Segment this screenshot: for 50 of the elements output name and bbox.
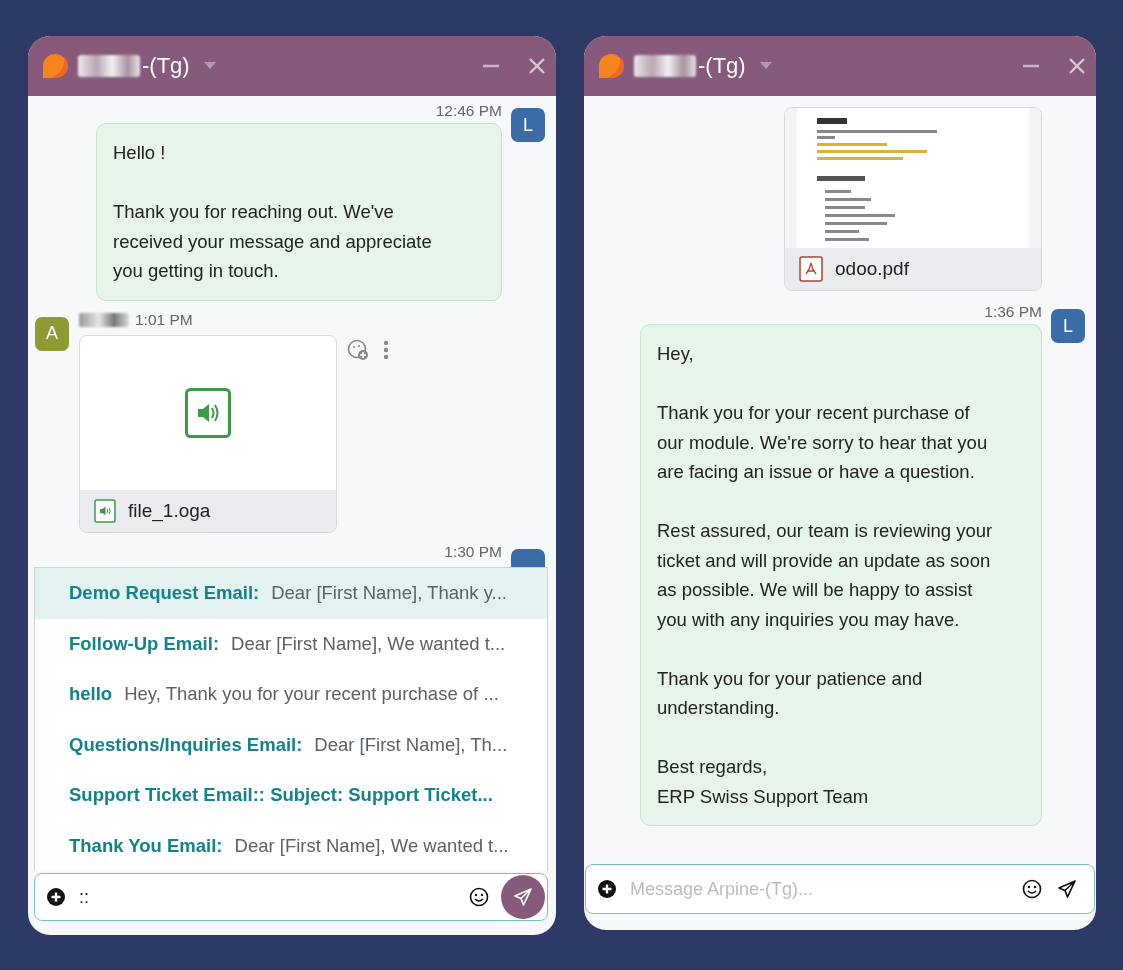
- emoji-icon[interactable]: [1022, 879, 1042, 899]
- window-title: -(Tg): [142, 53, 190, 79]
- emoji-icon[interactable]: [469, 887, 489, 907]
- caret-icon[interactable]: [203, 62, 216, 70]
- user-avatar: L: [511, 108, 545, 142]
- suggestion-item[interactable]: Questions/Inquiries Email: Dear [First Name], Th...: [35, 719, 547, 770]
- suggestion-item[interactable]: hello Hey, Thank you for your recent purchase of ...: [35, 669, 547, 720]
- more-icon[interactable]: [383, 339, 389, 360]
- window-title: -(Tg): [698, 53, 746, 79]
- suggestion-item[interactable]: Demo Request Email: Dear [First Name], Thank y...: [35, 568, 547, 619]
- message-time: 1:01 PM: [135, 310, 193, 329]
- pdf-attachment[interactable]: odoo.pdf: [784, 107, 1042, 291]
- suggestion-item[interactable]: Follow-Up Email: Dear [First Name], We wanted t...: [35, 618, 547, 669]
- message-input[interactable]: ::: [77, 885, 457, 909]
- speaker-icon: [185, 387, 231, 438]
- message-text: Hey,: [657, 342, 695, 366]
- file-name: odoo.pdf: [835, 258, 909, 280]
- message-text: Best regards, ERP Swiss Support Team: [657, 755, 870, 809]
- suggestion-item[interactable]: Thank You Email: Dear [First Name], We wanted t...: [35, 820, 547, 871]
- logo-icon: [596, 51, 626, 81]
- user-avatar: A: [35, 316, 69, 351]
- message-time: 1:36 PM: [984, 303, 1042, 321]
- send-icon: [1057, 879, 1077, 899]
- message-text: Rest assured, our team is reviewing your ticket and will provide an update as soon as possible. We will be happy to assist you with any inquiries you may have.: [657, 519, 994, 632]
- close-icon[interactable]: [1068, 57, 1086, 75]
- message-field[interactable]: Message Arpine-(Tg)...: [585, 864, 1095, 914]
- redacted-name: [634, 55, 696, 77]
- message-field[interactable]: ::: [34, 873, 548, 921]
- add-icon[interactable]: [598, 880, 616, 898]
- message-text: Thank you for your patience and understanding.: [657, 666, 924, 720]
- redacted-name: [78, 55, 140, 77]
- message-time: 1:30 PM: [444, 542, 502, 561]
- file-name: file_1.oga: [128, 499, 211, 522]
- message-input[interactable]: Message Arpine-(Tg)...: [628, 877, 1010, 901]
- message-text: Hello !: [113, 141, 167, 165]
- send-icon: [513, 887, 533, 907]
- message-time: 12:46 PM: [435, 102, 502, 120]
- audio-attachment[interactable]: file_1.oga: [79, 334, 337, 533]
- caret-icon[interactable]: [759, 62, 772, 70]
- suggestion-item[interactable]: Support Ticket Email:: Subject: Support Ticket...: [35, 770, 547, 821]
- close-icon[interactable]: [528, 57, 546, 75]
- add-icon[interactable]: [47, 888, 65, 906]
- add-reaction-icon[interactable]: [347, 338, 369, 361]
- speaker-icon: [94, 498, 116, 523]
- redacted-name: [79, 312, 129, 327]
- message-text: Thank you for your recent purchase of our module. We're sorry to hear that you are facing an issue or have a question.: [657, 401, 989, 484]
- logo-icon: [40, 51, 70, 81]
- user-avatar: L: [1051, 309, 1085, 343]
- pdf-icon: [799, 256, 823, 282]
- message-text: Thank you for reaching out. We've received your message and appreciate you getting in touch.: [113, 200, 433, 283]
